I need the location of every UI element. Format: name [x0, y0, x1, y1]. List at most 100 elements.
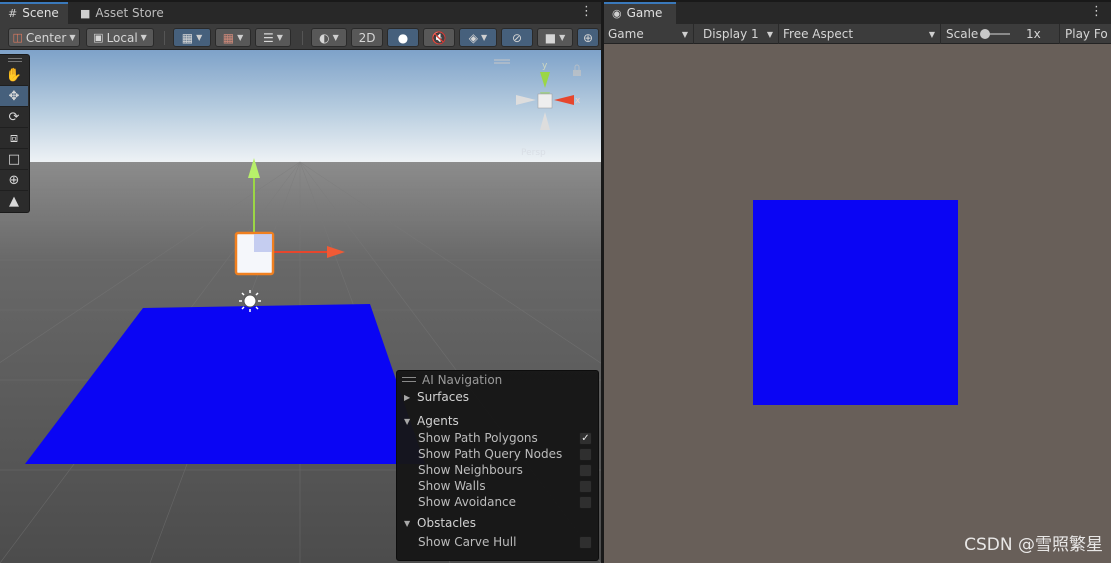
chevron-down-icon: ▼ — [237, 33, 244, 42]
tab-game[interactable]: ◉ Game — [604, 2, 676, 24]
tab-asset-store[interactable]: ■ Asset Store — [72, 2, 172, 24]
option-show-avoidance[interactable]: Show Avoidance — [397, 494, 598, 510]
draw-mode-button[interactable]: ◐ ▼ — [311, 28, 347, 47]
agents-label: Agents — [417, 414, 459, 428]
grid-snap-button[interactable]: ▦ ▼ — [173, 28, 211, 47]
custom-tool-icon[interactable]: ▲ — [0, 191, 28, 212]
chevron-down-icon: ▼ — [928, 29, 935, 39]
gizmo-y-label: y — [542, 61, 548, 71]
view-select-value: Game — [608, 27, 644, 41]
hand-tool-icon[interactable]: ✋ — [0, 65, 28, 86]
checkbox-checked[interactable]: ✓ — [579, 432, 592, 445]
option-label: Show Walls — [418, 479, 486, 493]
display-select-dropdown[interactable]: Display 1 ▼ — [699, 24, 779, 44]
increment-snap-button[interactable]: ▦ ▼ — [215, 28, 251, 47]
lighting-toggle-button[interactable]: ● — [387, 28, 419, 47]
agents-foldout[interactable]: ▼ Agents — [397, 412, 598, 430]
ai-navigation-title: AI Navigation — [422, 372, 503, 387]
checkbox-unchecked[interactable] — [579, 536, 592, 549]
camera-settings-button[interactable]: ■ ▼ — [537, 28, 573, 47]
toggle-2d-label: 2D — [358, 30, 376, 45]
game-view[interactable] — [604, 44, 1111, 563]
ai-navigation-header[interactable]: AI Navigation — [397, 371, 598, 388]
scene-visibility-button[interactable]: ⊘ — [501, 28, 533, 47]
chevron-down-icon: ▼ — [196, 33, 203, 42]
space-local-dropdown[interactable]: ▣ Local ▼ — [86, 28, 154, 47]
watermark-text: CSDN @雪照繁星 — [964, 535, 1103, 555]
display-select-value: Display 1 — [703, 27, 759, 41]
game-panel: ◉ Game ⋮ Game ▼ Display 1 ▼ Free Aspect … — [604, 2, 1111, 563]
surfaces-foldout[interactable]: ▶ Surfaces — [397, 388, 598, 406]
audio-toggle-button[interactable]: 🔇 — [423, 28, 455, 47]
scene-toolbar: ◫ Center ▼ ▣ Local ▼ ▦ ▼ ▦ ▼ ☰ ▼ ◐ ▼ 2D — [0, 24, 601, 50]
drag-handle-icon[interactable] — [402, 377, 416, 382]
pivot-center-dropdown[interactable]: ◫ Center ▼ — [8, 28, 80, 47]
scale-tool-icon[interactable]: ⧈ — [0, 128, 28, 149]
view-select-dropdown[interactable]: Game ▼ — [604, 24, 694, 44]
obstacles-label: Obstacles — [417, 516, 476, 530]
scale-slider-knob[interactable] — [980, 29, 990, 39]
scene-viewport[interactable]: y x Persp AI Navigation ▶ Surfaces ▼ Age… — [0, 50, 601, 563]
ruler-grid-icon: ☰ — [263, 30, 274, 45]
chevron-down-icon: ▼ — [332, 33, 339, 42]
scene-panel: # Scene ■ Asset Store ⋮ ◫ Center ▼ ▣ Loc… — [0, 2, 601, 563]
aspect-select-value: Free Aspect — [783, 27, 854, 41]
chevron-down-icon: ▼ — [766, 29, 773, 39]
tab-game-label: Game — [626, 6, 663, 20]
gizmo-globe-icon: ⊕ — [582, 30, 594, 45]
toolbar-separator — [164, 31, 165, 45]
chevron-down-icon: ▼ — [140, 33, 147, 42]
chevron-down-icon: ▼ — [681, 29, 688, 39]
scale-label: Scale — [946, 27, 979, 41]
move-tool-icon[interactable]: ✥ — [0, 86, 28, 107]
drag-handle-icon[interactable] — [0, 55, 29, 65]
tab-asset-store-label: Asset Store — [95, 6, 164, 20]
option-show-path-query-nodes[interactable]: Show Path Query Nodes — [397, 446, 598, 462]
play-focus-dropdown[interactable]: Play Fo — [1061, 24, 1111, 44]
tab-scene[interactable]: # Scene — [0, 2, 68, 24]
option-label: Show Carve Hull — [418, 535, 517, 549]
scene-tabbar: # Scene ■ Asset Store ⋮ — [0, 2, 601, 24]
chevron-down-icon: ▼ — [559, 33, 566, 42]
gizmos-button[interactable]: ⊕ — [577, 28, 599, 47]
lightbulb-icon: ● — [397, 30, 409, 45]
audio-mute-icon: 🔇 — [431, 30, 447, 45]
option-show-carve-hull[interactable]: Show Carve Hull — [397, 534, 598, 550]
scale-control: Scale 1x — [942, 24, 1060, 44]
checkbox-unchecked[interactable] — [579, 496, 592, 509]
option-show-walls[interactable]: Show Walls — [397, 478, 598, 494]
grid-visibility-button[interactable]: ☰ ▼ — [255, 28, 291, 47]
obstacles-foldout[interactable]: ▼ Obstacles — [397, 514, 598, 532]
option-show-neighbours[interactable]: Show Neighbours — [397, 462, 598, 478]
space-local-label: Local — [106, 30, 138, 45]
gizmo-persp-label: Persp — [521, 148, 546, 158]
gizmo-plane-handle[interactable] — [254, 234, 272, 252]
transform-tool-icon[interactable]: ⊕ — [0, 170, 28, 191]
aspect-select-dropdown[interactable]: Free Aspect ▼ — [779, 24, 941, 44]
chevron-down-icon: ▼ — [276, 33, 283, 42]
effects-toggle-button[interactable]: ◈ ▼ — [459, 28, 497, 47]
option-show-path-polygons[interactable]: Show Path Polygons ✓ — [397, 430, 598, 446]
eye-hidden-icon: ⊘ — [511, 30, 523, 45]
play-focus-label: Play Fo — [1065, 27, 1108, 41]
scene-more-menu-icon[interactable]: ⋮ — [580, 5, 593, 19]
option-label: Show Path Polygons — [418, 431, 538, 445]
checkbox-unchecked[interactable] — [579, 480, 592, 493]
chevron-right-icon: ▶ — [404, 392, 411, 402]
ai-navigation-overlay[interactable]: AI Navigation ▶ Surfaces ▼ Agents Show P… — [396, 370, 599, 561]
surfaces-label: Surfaces — [417, 390, 469, 404]
gamepad-icon: ◉ — [612, 6, 622, 20]
rect-tool-icon[interactable]: □ — [0, 149, 28, 170]
rotate-tool-icon[interactable]: ⟳ — [0, 107, 28, 128]
checkbox-unchecked[interactable] — [579, 464, 592, 477]
gizmo-x-label: x — [575, 96, 581, 106]
tools-overlay: ✋ ✥ ⟳ ⧈ □ ⊕ ▲ — [0, 54, 30, 213]
checkbox-unchecked[interactable] — [579, 448, 592, 461]
game-more-menu-icon[interactable]: ⋮ — [1090, 5, 1103, 19]
game-navmesh-plane — [753, 200, 958, 405]
option-label: Show Path Query Nodes — [418, 447, 563, 461]
game-toolbar: Game ▼ Display 1 ▼ Free Aspect ▼ Scale 1… — [604, 24, 1111, 44]
pivot-center-label: Center — [25, 30, 67, 45]
shading-sphere-icon: ◐ — [319, 30, 330, 45]
toggle-2d-button[interactable]: 2D — [351, 28, 383, 47]
